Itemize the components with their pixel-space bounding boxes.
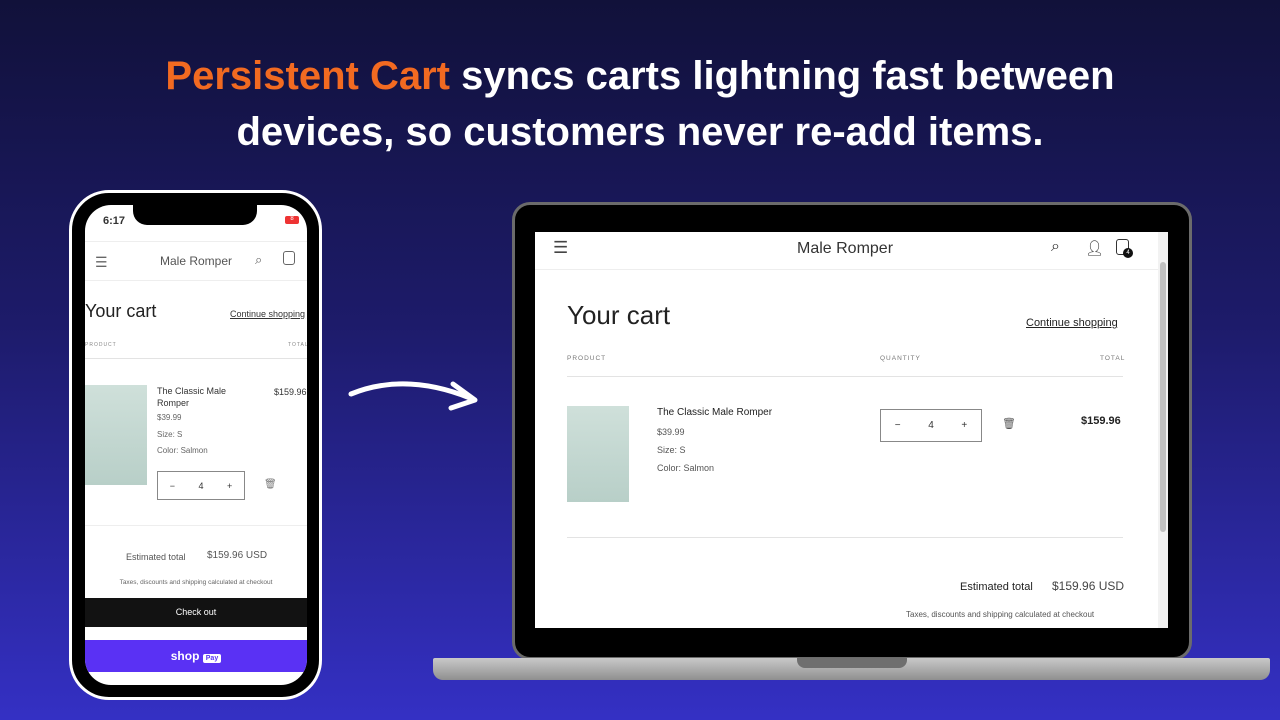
product-name[interactable]: The Classic Male Romper bbox=[157, 385, 237, 409]
product-color: Color: Salmon bbox=[657, 463, 715, 473]
continue-shopping-link[interactable]: Continue shopping bbox=[1026, 317, 1118, 329]
estimated-total-label: Estimated total bbox=[126, 552, 186, 562]
headline: Persistent Cart syncs carts lightning fa… bbox=[0, 48, 1280, 160]
line-total: $159.96 bbox=[1081, 415, 1121, 427]
shop-pay-button[interactable]: shop Pay bbox=[85, 640, 307, 672]
store-title[interactable]: Male Romper bbox=[535, 240, 1155, 258]
status-time: 6:17 bbox=[103, 215, 126, 227]
scrollbar[interactable] bbox=[1158, 232, 1168, 628]
quantity-stepper[interactable]: − 4 + bbox=[157, 471, 245, 500]
estimated-total-value: $159.96 USD bbox=[1052, 579, 1125, 593]
laptop-notch bbox=[797, 658, 907, 668]
store-title[interactable]: Male Romper bbox=[85, 254, 307, 268]
search-icon[interactable]: ⌕ bbox=[1051, 238, 1060, 256]
phone-header: ☰ Male Romper ⌕ bbox=[85, 241, 307, 281]
line-total: $159.96 bbox=[274, 387, 307, 397]
trash-icon[interactable]: 🗑 bbox=[264, 479, 277, 490]
arrow-icon bbox=[348, 381, 478, 411]
minus-button[interactable]: − bbox=[895, 420, 901, 431]
product-name[interactable]: The Classic Male Romper bbox=[657, 407, 772, 418]
product-price: $39.99 bbox=[157, 413, 182, 422]
checkout-button[interactable]: Check out bbox=[85, 598, 307, 627]
plus-button[interactable]: + bbox=[961, 420, 967, 431]
shop-pay-logo: shop bbox=[170, 649, 200, 663]
minus-button[interactable]: − bbox=[170, 481, 175, 491]
headline-line2: devices, so customers never re-add items… bbox=[236, 110, 1044, 154]
col-product: PRODUCT bbox=[85, 342, 117, 348]
product-image[interactable] bbox=[85, 385, 147, 485]
cart-icon[interactable] bbox=[283, 251, 295, 265]
account-icon[interactable]: 👤︎ bbox=[1085, 239, 1104, 257]
col-total: TOTAL bbox=[288, 342, 307, 348]
phone-notch bbox=[133, 205, 257, 225]
estimated-total-label: Estimated total bbox=[960, 581, 1033, 593]
product-color: Color: Salmon bbox=[157, 446, 208, 455]
cart-heading: Your cart bbox=[567, 300, 671, 330]
phone-mockup: 6:17 8 ☰ Male Romper ⌕ Your cart Continu… bbox=[69, 190, 322, 700]
product-price: $39.99 bbox=[657, 427, 685, 437]
pay-badge: Pay bbox=[202, 654, 222, 663]
product-size: Size: S bbox=[157, 430, 183, 439]
headline-line1: syncs carts lightning fast between bbox=[449, 54, 1115, 98]
product-size: Size: S bbox=[657, 445, 686, 455]
quantity-value[interactable]: 4 bbox=[198, 481, 203, 491]
desktop-header: ☰ Male Romper ⌕ 👤︎ 4 bbox=[535, 232, 1168, 270]
estimated-total-value: $159.96 USD bbox=[207, 550, 268, 561]
cart-count-badge: 4 bbox=[1123, 248, 1133, 258]
quantity-value[interactable]: 4 bbox=[928, 420, 934, 431]
col-product: PRODUCT bbox=[567, 355, 607, 362]
continue-shopping-link[interactable]: Continue shopping bbox=[230, 309, 305, 319]
product-image[interactable] bbox=[567, 406, 629, 502]
trash-icon[interactable]: 🗑 bbox=[1002, 417, 1016, 430]
search-icon[interactable]: ⌕ bbox=[255, 252, 262, 268]
laptop-screen: ☰ Male Romper ⌕ 👤︎ 4 Your cart Continue … bbox=[535, 232, 1168, 628]
tax-note: Taxes, discounts and shipping calculated… bbox=[906, 610, 1095, 619]
phone-screen: 6:17 8 ☰ Male Romper ⌕ Your cart Continu… bbox=[85, 205, 307, 685]
battery-icon: 8 bbox=[285, 216, 299, 224]
headline-accent: Persistent Cart bbox=[165, 54, 450, 98]
col-total: TOTAL bbox=[1100, 355, 1126, 362]
tax-note: Taxes, discounts and shipping calculated… bbox=[119, 579, 273, 586]
plus-button[interactable]: + bbox=[227, 481, 232, 491]
quantity-stepper[interactable]: − 4 + bbox=[880, 409, 982, 442]
col-quantity: QUANTITY bbox=[880, 355, 921, 362]
cart-heading: Your cart bbox=[85, 301, 157, 321]
